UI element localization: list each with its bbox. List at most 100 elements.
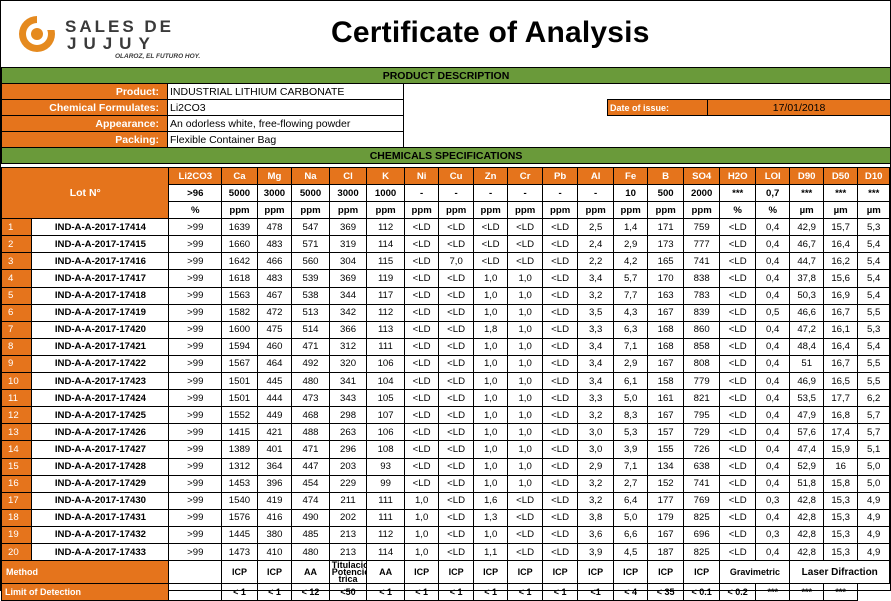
value-cell: 343 bbox=[328, 389, 368, 408]
table-row: 20 IND-A-A-2017-17433 >99 1473 410 480 213 114 1… bbox=[0, 542, 890, 562]
value-cell: 152 bbox=[647, 474, 684, 493]
value-cell: 1473 bbox=[221, 542, 258, 562]
value-cell: <LD bbox=[403, 303, 440, 322]
value-cell: 475 bbox=[256, 320, 293, 339]
value-cell: >99 bbox=[168, 354, 223, 374]
value-cell: <LD bbox=[719, 423, 756, 442]
value-cell: 106 bbox=[366, 354, 405, 374]
value-cell: 5,4 bbox=[857, 286, 890, 305]
value-cell: 696 bbox=[682, 525, 721, 544]
value-cell: 416 bbox=[256, 508, 293, 527]
value-cell: 795 bbox=[682, 406, 721, 425]
unit-cell: % bbox=[168, 201, 223, 220]
table-row: 6 IND-A-A-2017-17419 >99 1582 472 513 342 112 <L… bbox=[0, 303, 890, 322]
unit-cell: ppm bbox=[682, 201, 721, 220]
value-cell: 769 bbox=[682, 491, 721, 510]
value-cell: <LD bbox=[472, 218, 509, 237]
lot-number: IND-A-A-2017-17425 bbox=[31, 406, 170, 425]
col-header-mg: Mg bbox=[256, 167, 293, 185]
value-cell: <LD bbox=[403, 269, 440, 288]
value-cell: 177 bbox=[647, 491, 684, 510]
value-cell: <LD bbox=[403, 252, 440, 271]
date-of-issue-value: 17/01/2018 bbox=[706, 99, 891, 116]
value-cell: 16,8 bbox=[822, 406, 859, 425]
value-cell: <LD bbox=[719, 542, 756, 562]
value-cell: 471 bbox=[291, 440, 330, 459]
row-index: 17 bbox=[0, 491, 33, 510]
value-cell: 16,2 bbox=[822, 252, 859, 271]
table-row: 11 IND-A-A-2017-17424 >99 1501 444 473 343 105 <… bbox=[0, 389, 890, 408]
row-index: 20 bbox=[0, 542, 33, 562]
value-cell: <LD bbox=[719, 491, 756, 510]
value-cell: 161 bbox=[647, 389, 684, 408]
value-cell: 445 bbox=[256, 372, 293, 391]
specs-title: CHEMICALS SPECIFICATIONS bbox=[0, 147, 891, 164]
value-cell: 0,4 bbox=[754, 218, 791, 237]
col-header-cl: Cl bbox=[328, 167, 368, 185]
value-cell: <LD bbox=[541, 457, 579, 476]
lod-cell: <50 bbox=[328, 583, 368, 601]
value-cell: 1501 bbox=[221, 389, 258, 408]
row-index: 1 bbox=[0, 218, 33, 237]
value-cell: 173 bbox=[647, 235, 684, 254]
value-cell: 0,4 bbox=[754, 235, 791, 254]
value-cell: 263 bbox=[328, 423, 368, 442]
value-cell: 7,1 bbox=[612, 457, 649, 476]
value-cell: <LD bbox=[719, 354, 756, 374]
value-cell: <LD bbox=[403, 474, 440, 493]
value-cell: 464 bbox=[256, 354, 293, 374]
value-cell: <LD bbox=[719, 457, 756, 476]
value-cell: <LD bbox=[438, 423, 474, 442]
value-cell: 726 bbox=[682, 440, 721, 459]
value-cell: <LD bbox=[719, 372, 756, 391]
value-cell: 117 bbox=[366, 286, 405, 305]
value-cell: 4,5 bbox=[612, 542, 649, 562]
value-cell: 1,0 bbox=[472, 440, 509, 459]
lot-number: IND-A-A-2017-17426 bbox=[31, 423, 170, 442]
value-cell: <LD bbox=[438, 389, 474, 408]
value-cell: 0,3 bbox=[754, 525, 791, 544]
brand-line2: JUJUY bbox=[67, 34, 157, 53]
value-cell: 1618 bbox=[221, 269, 258, 288]
value-cell: <LD bbox=[438, 286, 474, 305]
value-cell: 2,9 bbox=[612, 235, 649, 254]
table-row: 2 IND-A-A-2017-17415 >99 1660 483 571 319 114 <L… bbox=[0, 235, 890, 254]
value-cell: 155 bbox=[647, 440, 684, 459]
value-cell: <LD bbox=[719, 252, 756, 271]
value-cell: >99 bbox=[168, 235, 223, 254]
value-cell: 3,9 bbox=[577, 542, 614, 562]
value-cell: 119 bbox=[366, 269, 405, 288]
value-cell: 51,8 bbox=[789, 474, 824, 493]
value-cell: 539 bbox=[291, 269, 330, 288]
lot-number: IND-A-A-2017-17417 bbox=[31, 269, 170, 288]
spec-limit: 1000 bbox=[366, 183, 405, 203]
value-cell: 485 bbox=[291, 525, 330, 544]
method-label: Method bbox=[0, 560, 170, 585]
value-cell: 777 bbox=[682, 235, 721, 254]
value-cell: 1,0 bbox=[403, 491, 440, 510]
value-cell: 1,0 bbox=[472, 354, 509, 374]
lot-header: Lot N° bbox=[0, 166, 170, 220]
value-cell: 5,5 bbox=[857, 303, 890, 322]
lod-cell: < 1 bbox=[472, 583, 509, 601]
value-cell: 1,0 bbox=[507, 269, 543, 288]
value-cell: <LD bbox=[403, 457, 440, 476]
value-cell: <LD bbox=[719, 269, 756, 288]
value-cell: 3,0 bbox=[577, 440, 614, 459]
value-cell: 480 bbox=[291, 372, 330, 391]
value-cell: 47,4 bbox=[789, 440, 824, 459]
value-cell: <LD bbox=[507, 218, 543, 237]
value-cell: <LD bbox=[438, 457, 474, 476]
lot-number: IND-A-A-2017-17416 bbox=[31, 252, 170, 271]
value-cell: 571 bbox=[291, 235, 330, 254]
value-cell: 187 bbox=[647, 542, 684, 562]
row-index: 2 bbox=[0, 235, 33, 254]
value-cell: <LD bbox=[541, 354, 579, 374]
appearance-label: Appearance: bbox=[1, 115, 168, 132]
lod-cell: <1 bbox=[577, 583, 614, 601]
value-cell: <LD bbox=[541, 542, 579, 562]
value-cell: >99 bbox=[168, 440, 223, 459]
value-cell: <LD bbox=[541, 235, 579, 254]
value-cell: <LD bbox=[507, 508, 543, 527]
method-cell: ICP bbox=[472, 560, 509, 585]
